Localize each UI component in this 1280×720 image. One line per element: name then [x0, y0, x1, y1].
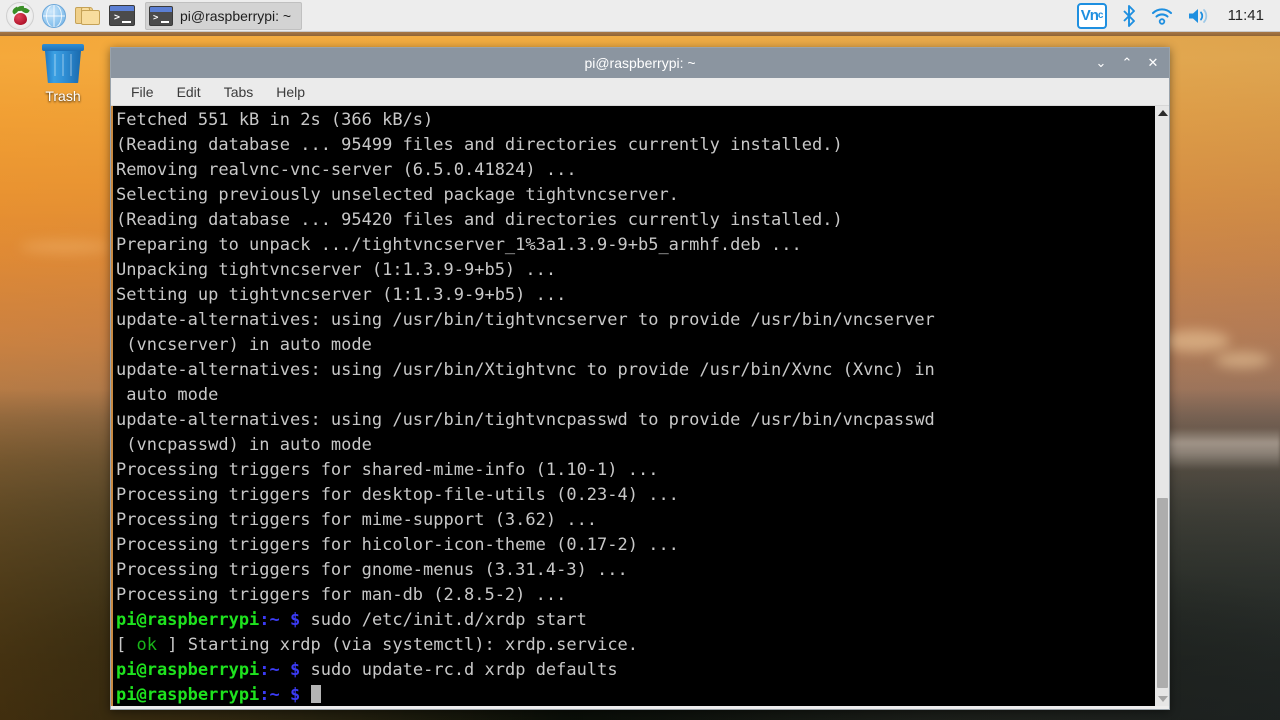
terminal-line: Removing realvnc-vnc-server (6.5.0.41824… — [116, 160, 577, 180]
terminal-line: Fetched 551 kB in 2s (366 kB/s) — [116, 110, 434, 130]
terminal-icon: > — [149, 5, 173, 26]
menu-edit[interactable]: Edit — [175, 82, 203, 102]
scroll-down-arrow-icon[interactable] — [1155, 692, 1169, 706]
prompt-user-host: pi@raspberrypi — [116, 610, 260, 630]
desktop-icon-trash[interactable]: Trash — [28, 44, 98, 104]
folder-icon — [75, 6, 101, 26]
bluetooth-icon — [1122, 4, 1135, 27]
launcher-terminal[interactable]: > — [107, 1, 137, 31]
panel-underline — [0, 32, 1280, 36]
launcher-web-browser[interactable] — [39, 1, 69, 31]
prompt-path: :~ — [259, 610, 280, 630]
menu-button-raspberry[interactable] — [5, 1, 35, 31]
minimize-button[interactable]: ⌄ — [1093, 54, 1109, 72]
tray-vnc[interactable]: Vn c — [1070, 0, 1114, 32]
terminal-line: auto mode — [116, 385, 219, 405]
cloud-shape — [20, 240, 110, 254]
terminal-menubar: File Edit Tabs Help — [111, 78, 1169, 106]
terminal-line: Processing triggers for shared-mime-info… — [116, 460, 659, 480]
vnc-label: Vn — [1080, 7, 1099, 24]
terminal-line: (vncserver) in auto mode — [116, 335, 372, 355]
terminal-line: Setting up tightvncserver (1:1.3.9-9+b5)… — [116, 285, 567, 305]
taskbar-window-button[interactable]: > pi@raspberrypi: ~ — [145, 1, 303, 30]
close-button[interactable]: ✕ — [1145, 54, 1161, 72]
menu-tabs[interactable]: Tabs — [222, 82, 256, 102]
terminal-line: Processing triggers for mime-support (3.… — [116, 510, 598, 530]
prompt-user-host: pi@raspberrypi — [116, 660, 260, 680]
terminal-command: sudo /etc/init.d/xrdp start — [310, 610, 587, 630]
terminal-line: Processing triggers for hicolor-icon-the… — [116, 535, 679, 555]
scrollbar-thumb[interactable] — [1157, 498, 1168, 688]
status-ok: ok — [136, 635, 157, 655]
terminal-command: sudo update-rc.d xrdp defaults — [310, 660, 618, 680]
terminal-command-line: pi@raspberrypi:~ $ sudo update-rc.d xrdp… — [116, 658, 1154, 683]
globe-icon — [42, 3, 66, 28]
terminal-scrollbar[interactable] — [1154, 106, 1169, 706]
prompt-path: :~ — [259, 685, 280, 705]
terminal-line: (Reading database ... 95499 files and di… — [116, 135, 843, 155]
maximize-button[interactable]: ⌃ — [1119, 54, 1135, 72]
tray-volume[interactable] — [1180, 0, 1218, 32]
raspberry-icon — [6, 1, 34, 30]
terminal-line: update-alternatives: using /usr/bin/Xtig… — [116, 360, 935, 380]
terminal-window: pi@raspberrypi: ~ ⌄ ⌃ ✕ File Edit Tabs H… — [110, 47, 1170, 710]
prompt-sign: $ — [290, 685, 301, 705]
system-tray: Vn c 11:41 — [1070, 0, 1280, 32]
vnc-sub-label: c — [1097, 10, 1103, 21]
window-title: pi@raspberrypi: ~ — [584, 55, 696, 71]
terminal-line: update-alternatives: using /usr/bin/tigh… — [116, 410, 935, 430]
vnc-icon: Vn c — [1076, 2, 1107, 29]
desktop-screen: Trash pi@raspberrypi: ~ ⌄ ⌃ ✕ File Edit … — [0, 0, 1280, 720]
terminal-line: (vncpasswd) in auto mode — [116, 435, 372, 455]
wifi-icon — [1151, 7, 1172, 25]
menu-help[interactable]: Help — [274, 82, 307, 102]
scroll-up-arrow-icon[interactable] — [1155, 106, 1169, 120]
window-controls: ⌄ ⌃ ✕ — [1093, 54, 1169, 72]
terminal-line: Processing triggers for man-db (2.8.5-2)… — [116, 585, 567, 605]
prompt-path: :~ — [259, 660, 280, 680]
volume-icon — [1188, 8, 1207, 23]
prompt-sign: $ — [290, 660, 301, 680]
cloud-shape — [1215, 352, 1270, 368]
clock[interactable]: 11:41 — [1218, 7, 1270, 24]
terminal-command-line: pi@raspberrypi:~ $ sudo /etc/init.d/xrdp… — [116, 608, 1154, 633]
trash-label: Trash — [45, 88, 81, 104]
terminal-line: Processing triggers for gnome-menus (3.3… — [116, 560, 628, 580]
terminal-output[interactable]: Fetched 551 kB in 2s (366 kB/s) (Reading … — [113, 106, 1154, 706]
taskbar-window-label: pi@raspberrypi: ~ — [180, 7, 292, 24]
cloud-shape — [1160, 330, 1230, 352]
prompt-sign: $ — [290, 610, 301, 630]
terminal-line: update-alternatives: using /usr/bin/tigh… — [116, 310, 935, 330]
tray-bluetooth[interactable] — [1114, 0, 1144, 32]
terminal-line: Processing triggers for desktop-file-uti… — [116, 485, 679, 505]
terminal-line: Unpacking tightvncserver (1:1.3.9-9+b5) … — [116, 260, 557, 280]
top-panel: > > pi@raspberrypi: ~ Vn c 11:41 — [0, 0, 1280, 32]
terminal-status-line: [ ok ] Starting xrdp (via systemctl): xr… — [116, 635, 639, 655]
terminal-line: Preparing to unpack .../tightvncserver_1… — [116, 235, 802, 255]
terminal-cursor — [310, 685, 321, 703]
tray-wifi[interactable] — [1144, 0, 1180, 32]
menu-file[interactable]: File — [129, 82, 156, 102]
terminal-line: Selecting previously unselected package … — [116, 185, 679, 205]
terminal-content-area[interactable]: Fetched 551 kB in 2s (366 kB/s) (Reading … — [111, 106, 1169, 706]
window-titlebar[interactable]: pi@raspberrypi: ~ ⌄ ⌃ ✕ — [111, 48, 1169, 78]
terminal-bottom-border — [111, 706, 1169, 709]
terminal-line: (Reading database ... 95420 files and di… — [116, 210, 843, 230]
prompt-user-host: pi@raspberrypi — [116, 685, 260, 705]
terminal-icon: > — [109, 5, 135, 26]
trash-bin-icon — [42, 44, 84, 84]
terminal-active-line: pi@raspberrypi:~ $ — [116, 683, 1154, 706]
launcher-file-manager[interactable] — [73, 1, 103, 31]
